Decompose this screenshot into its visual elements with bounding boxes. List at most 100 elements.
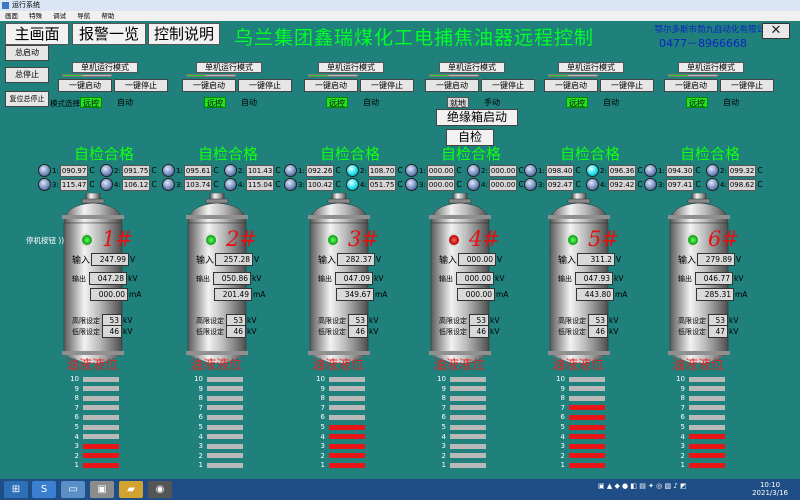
level-segment: 10 [676, 375, 725, 383]
reset-total-stop-button[interactable]: 复位总停止 [5, 91, 49, 107]
low-limit-value[interactable]: 47 [708, 325, 728, 338]
temp-sensor-icon[interactable] [405, 178, 418, 191]
temp-unit: C [637, 180, 643, 189]
output-kv-row: 输出 046.77 kV [678, 272, 744, 285]
one-key-start-button[interactable]: 一键启动 [304, 79, 358, 92]
total-start-button[interactable]: 总启动 [5, 45, 49, 61]
temp-sensor-icon[interactable] [346, 178, 359, 191]
temp-value: 106.12 [121, 178, 151, 191]
temp-sensor-icon[interactable] [706, 178, 719, 191]
level-segment: 8 [676, 394, 725, 402]
eye-icon[interactable]: ◉ [148, 481, 172, 498]
low-limit-value[interactable]: 46 [348, 325, 368, 338]
control-help-button[interactable]: 控制说明 [148, 23, 220, 45]
low-limit-value[interactable]: 46 [102, 325, 122, 338]
temp-value: 092.42 [607, 178, 637, 191]
self-check-ok: 自检合格 [560, 145, 621, 163]
menu-item-screen[interactable]: 画面 [5, 12, 18, 20]
low-limit-value[interactable]: 46 [226, 325, 246, 338]
temp-sensor-icon[interactable] [284, 178, 297, 191]
temp-unit: C [151, 180, 157, 189]
remote-local-toggle[interactable]: 远控 [326, 97, 348, 108]
temp-sensor-icon[interactable] [524, 164, 537, 177]
app-s-icon[interactable]: S [32, 481, 56, 498]
temp-sensor-icon[interactable] [346, 164, 359, 177]
scada-canvas: 主画面 报警一览 控制说明 乌兰集团鑫瑞煤化工电捕焦油器远程控制 鄂尔多斯市勋九… [0, 21, 800, 479]
menu-item-special[interactable]: 特殊 [29, 12, 42, 20]
one-key-start-button[interactable]: 一键启动 [182, 79, 236, 92]
temp-sensor-icon[interactable] [284, 164, 297, 177]
temp-sensor: 3: 103.74 C [162, 178, 219, 191]
temp-sensor-icon[interactable] [586, 178, 599, 191]
temp-sensor: 3: 092.47 C [524, 178, 581, 191]
temp-sensor-icon[interactable] [586, 164, 599, 177]
temp-sensor-icon[interactable] [224, 178, 237, 191]
level-segment: 7 [316, 404, 365, 412]
image-icon[interactable]: ▣ [90, 481, 114, 498]
temp-sensor-icon[interactable] [162, 178, 175, 191]
menu-item-navigate[interactable]: 导航 [77, 12, 90, 20]
remote-local-toggle[interactable]: 远控 [566, 97, 588, 108]
one-key-start-button[interactable]: 一键启动 [58, 79, 112, 92]
level-segment: 9 [676, 385, 725, 393]
close-icon[interactable]: ✕ [762, 23, 790, 39]
menu-item-help[interactable]: 帮助 [101, 12, 114, 20]
tray-icons[interactable]: ▣ ▲ ◆ ● ◧ ▤ ✦ ◎ ▧ ♪ ◩ [598, 482, 687, 490]
remote-local-toggle[interactable]: 远控 [204, 97, 226, 108]
folder-icon[interactable]: ▰ [119, 481, 143, 498]
output-kv-row: 输出 050.86 kV [196, 272, 262, 285]
auto-manual-toggle[interactable]: 自动 [114, 97, 136, 108]
auto-manual-toggle[interactable]: 自动 [360, 97, 382, 108]
one-key-stop-button[interactable]: 一键停止 [360, 79, 414, 92]
level-segment: 5 [70, 423, 119, 431]
menu-item-debug[interactable]: 调试 [53, 12, 66, 20]
temp-sensor-icon[interactable] [644, 164, 657, 177]
temp-sensor-icon[interactable] [100, 164, 113, 177]
low-limit-value[interactable]: 46 [469, 325, 489, 338]
temp-sensor-icon[interactable] [224, 164, 237, 177]
window-icon[interactable]: ▭ [61, 481, 85, 498]
temp-sensor-icon[interactable] [38, 164, 51, 177]
output-ma: 000.00 [457, 288, 495, 301]
low-limit-value[interactable]: 46 [588, 325, 608, 338]
one-key-stop-button[interactable]: 一键停止 [600, 79, 654, 92]
auto-manual-toggle[interactable]: 自动 [238, 97, 260, 108]
start-icon[interactable]: ⊞ [4, 481, 28, 498]
one-key-stop-button[interactable]: 一键停止 [238, 79, 292, 92]
one-key-stop-button[interactable]: 一键停止 [481, 79, 535, 92]
temp-sensor-icon[interactable] [706, 164, 719, 177]
temp-value: 000.00 [426, 178, 456, 191]
remote-local-toggle[interactable]: 远控 [80, 97, 102, 108]
temp-sensor-icon[interactable] [100, 178, 113, 191]
insulation-box-start-button[interactable]: 绝缘箱启动 [436, 109, 518, 126]
temp-sensor-icon[interactable] [467, 178, 480, 191]
temp-sensor-icon[interactable] [524, 178, 537, 191]
status-led [326, 233, 340, 247]
one-key-stop-button[interactable]: 一键停止 [114, 79, 168, 92]
temp-sensor-icon[interactable] [644, 178, 657, 191]
main-screen-button[interactable]: 主画面 [5, 23, 69, 45]
window-title: 运行系统 [12, 1, 40, 9]
one-key-stop-button[interactable]: 一键停止 [720, 79, 774, 92]
temp-sensor: 3: 000.00 C [405, 178, 462, 191]
temp-value: 103.74 [183, 178, 213, 191]
remote-local-toggle[interactable]: 就地 [447, 97, 469, 108]
one-key-start-button[interactable]: 一键启动 [425, 79, 479, 92]
temp-sensor: 3: 100.42 C [284, 178, 341, 191]
total-stop-button[interactable]: 总停止 [5, 67, 49, 83]
auto-manual-toggle[interactable]: 手动 [481, 97, 503, 108]
temp-unit: C [757, 180, 763, 189]
level-segment: 2 [437, 452, 486, 460]
one-key-start-button[interactable]: 一键启动 [664, 79, 718, 92]
one-key-start-button[interactable]: 一键启动 [544, 79, 598, 92]
temp-value: 000.00 [488, 164, 518, 177]
temp-sensor-icon[interactable] [405, 164, 418, 177]
auto-manual-toggle[interactable]: 自动 [720, 97, 742, 108]
unit-number: 3# [348, 227, 379, 251]
temp-sensor-icon[interactable] [467, 164, 480, 177]
alarm-list-button[interactable]: 报警一览 [72, 23, 146, 45]
remote-local-toggle[interactable]: 远控 [686, 97, 708, 108]
temp-sensor-icon[interactable] [38, 178, 51, 191]
auto-manual-toggle[interactable]: 自动 [600, 97, 622, 108]
temp-sensor-icon[interactable] [162, 164, 175, 177]
